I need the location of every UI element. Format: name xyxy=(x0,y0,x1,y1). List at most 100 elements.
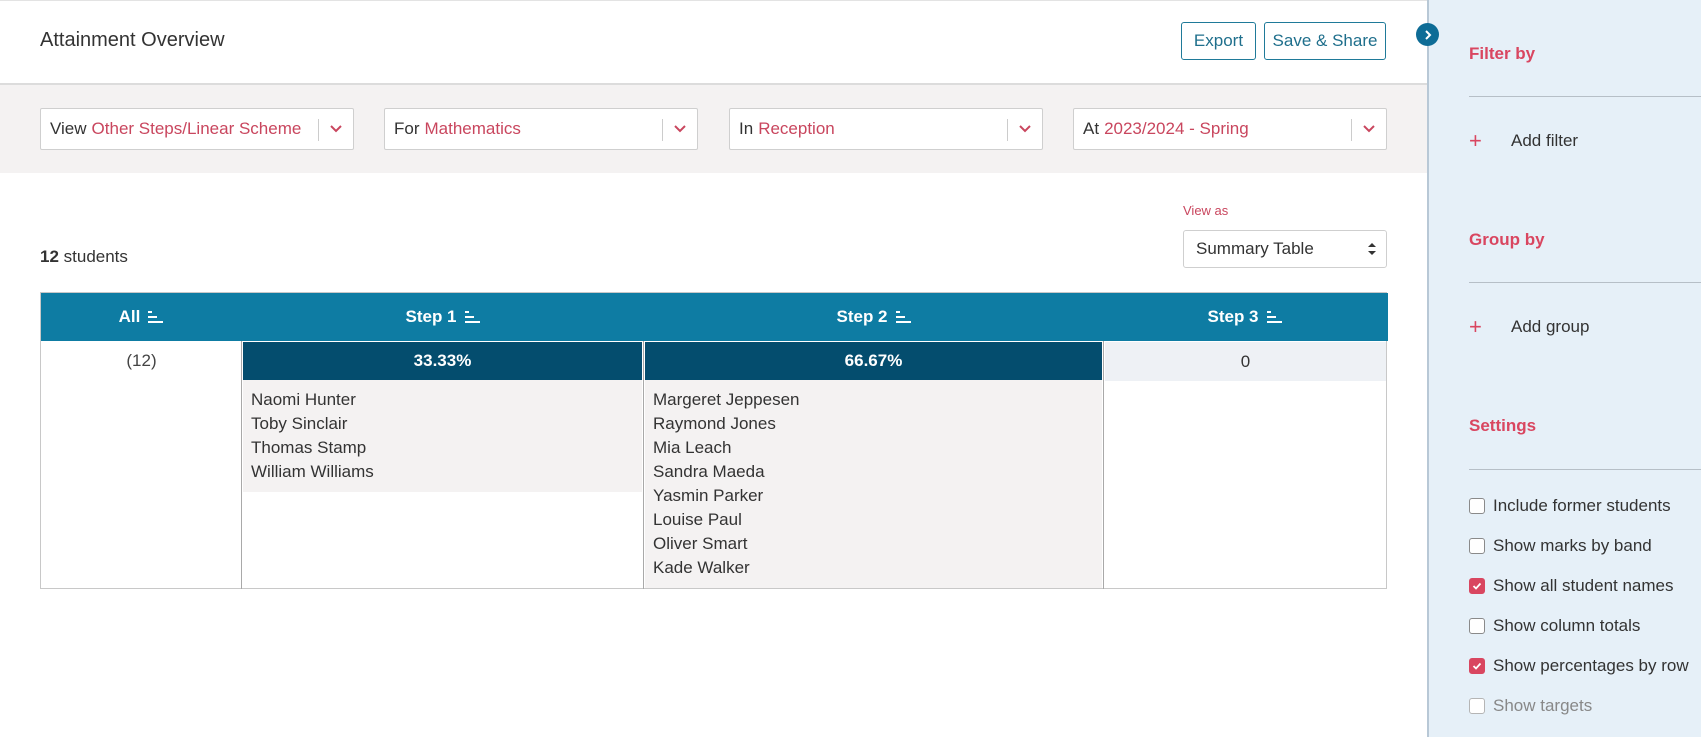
select-divider xyxy=(318,119,319,141)
step-2-percentage[interactable]: 66.67% xyxy=(645,342,1102,380)
view-as-label: View as xyxy=(1183,203,1229,218)
view-as-value: Summary Table xyxy=(1196,239,1314,258)
subject-select-value: Mathematics xyxy=(424,119,521,138)
select-divider xyxy=(662,119,663,141)
year-group-select-value: Reception xyxy=(758,119,835,138)
year-group-select[interactable]: In Reception xyxy=(729,108,1043,150)
add-filter-label: Add filter xyxy=(1511,131,1579,150)
step-1-student-list: Naomi Hunter Toby Sinclair Thomas Stamp … xyxy=(243,380,642,492)
page-header: Attainment Overview Export Save & Share xyxy=(0,1,1427,85)
student-name: Kade Walker xyxy=(653,558,750,577)
student-count-suffix: students xyxy=(58,247,128,266)
student-name: Sandra Maeda xyxy=(653,462,765,481)
column-header-label: All xyxy=(118,307,141,326)
year-group-select-label: In xyxy=(739,119,754,138)
add-group-label: Add group xyxy=(1511,317,1590,336)
sort-icon[interactable] xyxy=(895,311,912,323)
setting-include-former-students[interactable]: Include former students xyxy=(1469,496,1671,516)
page: Attainment Overview Export Save & Share … xyxy=(0,0,1701,737)
chevron-down-icon xyxy=(1363,125,1375,133)
student-name: Raymond Jones xyxy=(653,414,776,433)
checkmark-icon xyxy=(1472,662,1482,670)
setting-label: Show all student names xyxy=(1493,576,1674,595)
save-share-button[interactable]: Save & Share xyxy=(1264,22,1386,60)
summary-table: All Step 1 Step 2 Step 3 (12) 33.33% Nao… xyxy=(40,292,1388,589)
student-name: Louise Paul xyxy=(653,510,742,529)
add-filter-button[interactable]: + Add filter xyxy=(1469,128,1578,154)
page-title: Attainment Overview xyxy=(40,29,225,51)
column-header-step-2[interactable]: Step 2 xyxy=(644,293,1104,341)
column-header-all[interactable]: All xyxy=(41,293,242,341)
collapse-sidebar-button[interactable] xyxy=(1416,23,1439,46)
view-select[interactable]: View Other Steps/Linear Scheme xyxy=(40,108,354,150)
add-group-button[interactable]: + Add group xyxy=(1469,314,1589,340)
step-1-percentage[interactable]: 33.33% xyxy=(243,342,642,380)
step-2-student-list: Margeret Jeppesen Raymond Jones Mia Leac… xyxy=(645,380,1102,588)
term-select-label: At xyxy=(1083,119,1100,138)
setting-label: Show targets xyxy=(1493,696,1593,715)
chevron-down-icon xyxy=(330,125,342,133)
chevron-down-icon xyxy=(1019,125,1031,133)
column-header-label: Step 2 xyxy=(836,307,888,326)
chevron-right-icon xyxy=(1424,29,1431,40)
plus-icon: + xyxy=(1469,128,1482,153)
student-name: Thomas Stamp xyxy=(251,438,367,457)
view-select-label: View xyxy=(50,119,87,138)
export-button[interactable]: Export xyxy=(1181,22,1256,60)
all-count: (12) xyxy=(126,351,157,370)
divider xyxy=(1469,469,1701,470)
checkbox xyxy=(1469,698,1485,714)
settings-title: Settings xyxy=(1469,416,1537,435)
setting-show-marks-by-band[interactable]: Show marks by band xyxy=(1469,536,1652,556)
plus-icon: + xyxy=(1469,314,1482,339)
setting-show-percentages-by-row[interactable]: Show percentages by row xyxy=(1469,656,1689,676)
student-name: Margeret Jeppesen xyxy=(653,390,800,409)
column-header-step-1[interactable]: Step 1 xyxy=(242,293,644,341)
filter-by-title: Filter by xyxy=(1469,44,1536,63)
column-step-3: 0 xyxy=(1104,341,1386,589)
view-select-value: Other Steps/Linear Scheme xyxy=(91,119,302,138)
student-name: Toby Sinclair xyxy=(251,414,348,433)
student-name: William Williams xyxy=(251,462,374,481)
setting-label: Show marks by band xyxy=(1493,536,1652,555)
term-select[interactable]: At 2023/2024 - Spring xyxy=(1073,108,1387,150)
checkmark-icon xyxy=(1472,582,1482,590)
column-step-1: 33.33% Naomi Hunter Toby Sinclair Thomas… xyxy=(242,341,644,589)
student-count-number: 12 xyxy=(40,247,59,266)
divider xyxy=(1469,96,1701,97)
sort-icon[interactable] xyxy=(148,311,164,323)
subject-select[interactable]: For Mathematics xyxy=(384,108,698,150)
select-divider xyxy=(1007,119,1008,141)
setting-label: Show column totals xyxy=(1493,616,1641,635)
checkbox[interactable] xyxy=(1469,498,1485,514)
table-header: All Step 1 Step 2 Step 3 xyxy=(41,293,1388,341)
setting-label: Show percentages by row xyxy=(1493,656,1689,675)
main-area: Attainment Overview Export Save & Share … xyxy=(0,0,1427,737)
column-header-label: Step 1 xyxy=(405,307,457,326)
student-name: Yasmin Parker xyxy=(653,486,764,505)
term-select-value: 2023/2024 - Spring xyxy=(1104,119,1249,138)
select-arrows-icon xyxy=(1368,243,1376,255)
setting-show-targets: Show targets xyxy=(1469,696,1592,716)
view-as-select[interactable]: Summary Table xyxy=(1183,230,1387,268)
group-by-title: Group by xyxy=(1469,230,1545,249)
subject-select-label: For xyxy=(394,119,420,138)
divider xyxy=(1469,282,1701,283)
checkbox[interactable] xyxy=(1469,618,1485,634)
step-3-value: 0 xyxy=(1105,342,1386,381)
sort-icon[interactable] xyxy=(464,311,481,323)
checkbox[interactable] xyxy=(1469,578,1485,594)
setting-show-column-totals[interactable]: Show column totals xyxy=(1469,616,1640,636)
student-name: Naomi Hunter xyxy=(251,390,356,409)
sort-icon[interactable] xyxy=(1266,311,1283,323)
setting-label: Include former students xyxy=(1493,496,1671,515)
chevron-down-icon xyxy=(674,125,686,133)
checkbox[interactable] xyxy=(1469,538,1485,554)
checkbox[interactable] xyxy=(1469,658,1485,674)
filter-bar: View Other Steps/Linear Scheme For Mathe… xyxy=(0,85,1427,173)
setting-show-all-student-names[interactable]: Show all student names xyxy=(1469,576,1674,596)
select-divider xyxy=(1351,119,1352,141)
column-header-label: Step 3 xyxy=(1207,307,1259,326)
student-count: 12 students xyxy=(40,247,128,267)
column-header-step-3[interactable]: Step 3 xyxy=(1104,293,1386,341)
